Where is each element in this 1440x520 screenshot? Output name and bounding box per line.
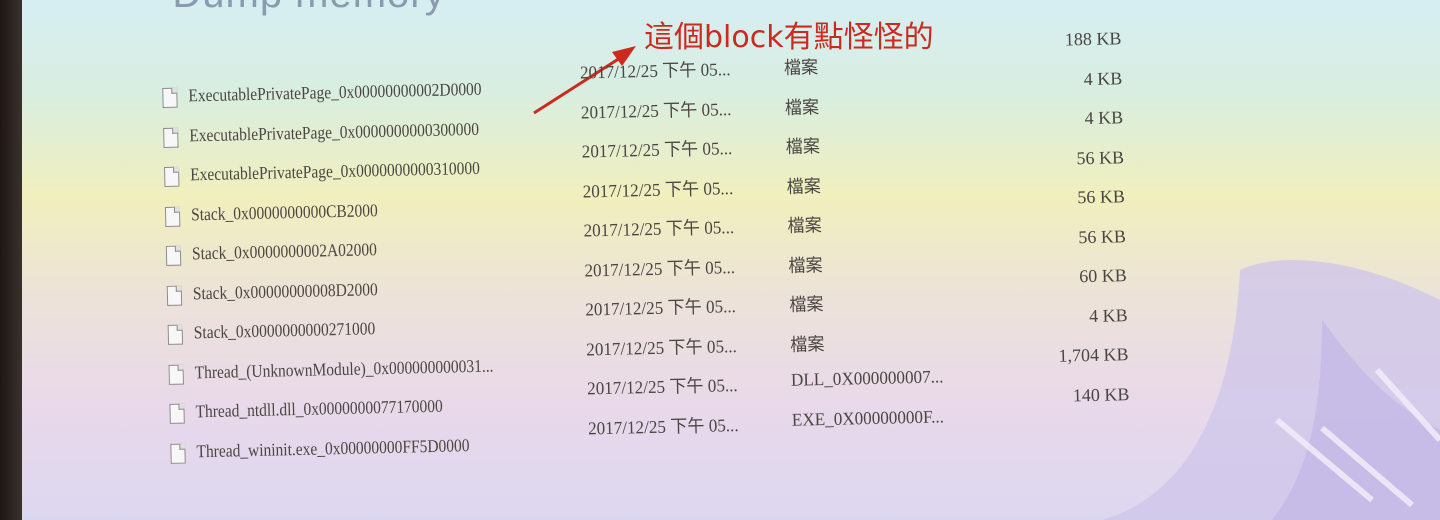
file-date: 2017/12/25 下午 05...: [583, 217, 735, 241]
file-date: 2017/12/25 下午 05...: [582, 177, 734, 201]
file-icon: [169, 403, 185, 424]
file-date: 2017/12/25 下午 05...: [581, 138, 733, 162]
screen-bezel: [0, 0, 22, 520]
file-size: 56 KB: [1076, 146, 1125, 168]
file-type: 檔案: [789, 333, 825, 355]
file-size: 4 KB: [1084, 107, 1124, 129]
file-icon: [164, 206, 181, 227]
file-date: 2017/12/25 下午 05...: [586, 375, 738, 399]
file-icon: [166, 285, 183, 306]
file-size: 1,704 KB: [1058, 344, 1129, 366]
file-name: Stack_0x0000000000CB2000: [190, 199, 378, 224]
file-icon: [164, 166, 180, 187]
file-date: 2017/12/25 下午 05...: [585, 296, 737, 320]
file-name: Thread_wininit.exe_0x00000000FF5D0000: [196, 434, 470, 461]
file-icon: [170, 443, 186, 464]
file-size: 56 KB: [1077, 186, 1126, 208]
file-size: 60 KB: [1078, 265, 1127, 287]
file-date: 2017/12/25 下午 05...: [579, 59, 731, 83]
file-name: Thread_(UnknownModule)_0x000000000031...: [194, 355, 494, 382]
file-name: Stack_0x00000000008D2000: [192, 278, 378, 303]
file-date: 2017/12/25 下午 05...: [586, 335, 738, 359]
file-name: Stack_0x0000000002A02000: [191, 239, 378, 264]
file-date: 2017/12/25 下午 05...: [580, 98, 732, 123]
file-size: 4 KB: [1083, 67, 1123, 89]
file-icon: [165, 245, 182, 266]
file-name: Thread_ntdll.dll_0x0000000077170000: [195, 395, 443, 422]
file-icon: [168, 364, 184, 385]
file-name: ExecutablePrivatePage_0x0000000000310000: [189, 157, 481, 185]
file-size: 140 KB: [1072, 383, 1130, 405]
file-type: 檔案: [787, 215, 822, 236]
file-size: 188 KB: [1064, 28, 1122, 50]
file-date: 2017/12/25 下午 05...: [587, 414, 739, 438]
projected-slide: – Dump memory 這個block有點怪怪的 ExecutablePri…: [22, 0, 1440, 520]
file-icon: [167, 324, 184, 345]
file-date: 2017/12/25 下午 05...: [584, 256, 736, 280]
file-type: 檔案: [788, 254, 823, 276]
file-type: 檔案: [784, 96, 820, 118]
file-type: EXE_0X00000000F...: [791, 405, 945, 430]
file-type: 檔案: [786, 175, 822, 197]
file-type: 檔案: [783, 57, 819, 78]
file-size: 56 KB: [1078, 225, 1127, 247]
file-icon: [163, 127, 179, 148]
file-icon: [162, 87, 178, 108]
file-type: 檔案: [789, 294, 824, 315]
file-type: DLL_0X000000007...: [790, 366, 944, 390]
file-type: 檔案: [785, 136, 821, 157]
file-size: 4 KB: [1088, 304, 1128, 326]
file-name: ExecutablePrivatePage_0x0000000000300000: [189, 118, 480, 145]
file-name: Stack_0x0000000000271000: [193, 318, 376, 343]
file-list: ExecutablePrivatePage_0x00000000002D0000…: [162, 28, 1151, 473]
file-name: ExecutablePrivatePage_0x00000000002D0000: [188, 78, 482, 106]
